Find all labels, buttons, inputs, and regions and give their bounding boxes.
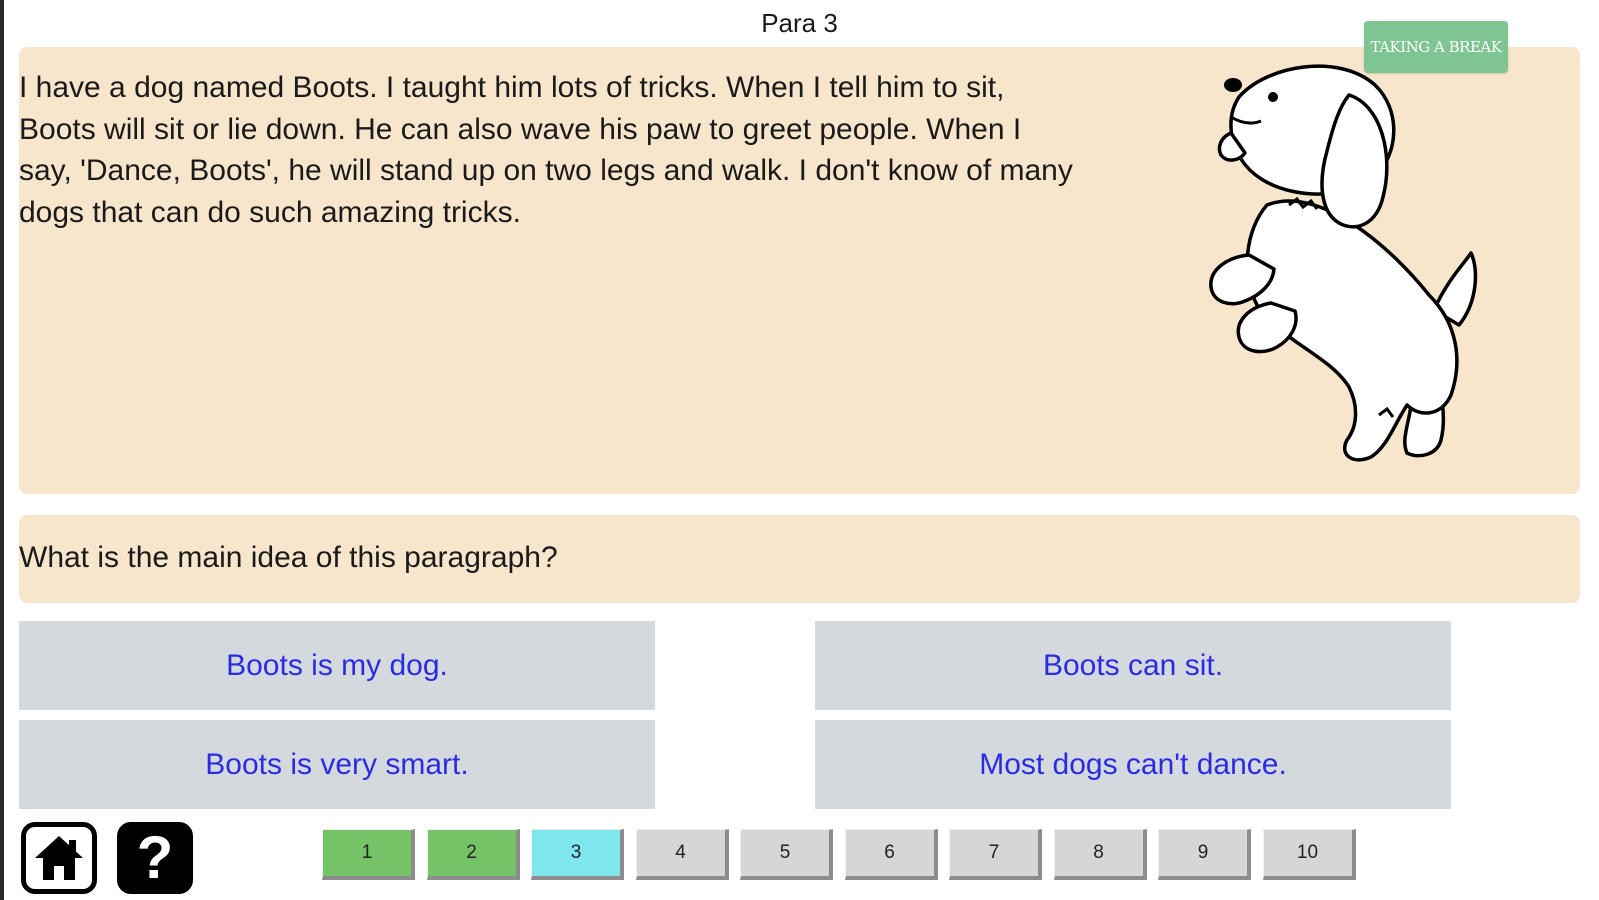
question-panel: What is the main idea of this paragraph?: [19, 515, 1580, 603]
answer-option-4[interactable]: Most dogs can't dance.: [815, 720, 1451, 809]
question-text: What is the main idea of this paragraph?: [19, 541, 558, 574]
page-button-1[interactable]: 1: [322, 829, 415, 880]
page-button-10[interactable]: 10: [1262, 829, 1356, 880]
answer-option-2[interactable]: Boots can sit.: [815, 621, 1451, 710]
page-button-9[interactable]: 9: [1158, 829, 1251, 880]
question-mark-icon: ?: [136, 824, 174, 891]
passage-text: I have a dog named Boots. I taught him l…: [19, 71, 1073, 229]
page-button-6[interactable]: 6: [844, 829, 938, 880]
page-button-7[interactable]: 7: [949, 829, 1042, 880]
home-button[interactable]: [21, 822, 97, 894]
page-button-4[interactable]: 4: [635, 829, 729, 880]
help-button[interactable]: ?: [117, 822, 193, 894]
answer-option-1[interactable]: Boots is my dog.: [19, 621, 655, 710]
page-title: Para 3: [761, 8, 838, 38]
taking-a-break-button[interactable]: TAKING A BREAK: [1364, 21, 1508, 73]
answer-option-3[interactable]: Boots is very smart.: [19, 720, 655, 809]
page-button-5[interactable]: 5: [740, 829, 833, 880]
home-icon: [35, 836, 83, 880]
dog-illustration: [1209, 64, 1478, 462]
page-button-8[interactable]: 8: [1053, 829, 1147, 880]
page-button-3[interactable]: 3: [531, 829, 624, 880]
page-button-2[interactable]: 2: [426, 829, 520, 880]
left-border: [0, 0, 4, 900]
passage-panel: I have a dog named Boots. I taught him l…: [19, 47, 1580, 494]
